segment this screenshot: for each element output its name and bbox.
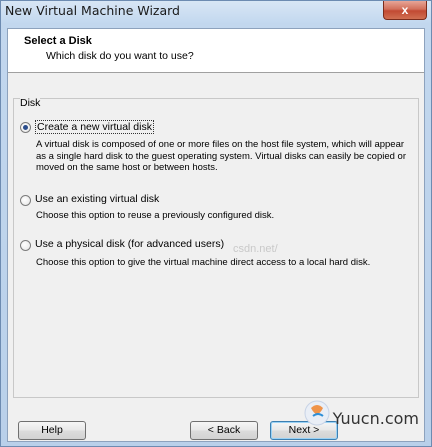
description-physical: Choose this option to give the virtual m…	[36, 257, 371, 268]
radio-label-create[interactable]: Create a new virtual disk	[35, 120, 154, 134]
radio-create-new-disk[interactable]: Create a new virtual disk	[20, 120, 154, 134]
page-title: Select a Disk	[24, 35, 92, 47]
back-button-label: < Back	[207, 424, 241, 436]
back-button[interactable]: < Back	[190, 421, 258, 440]
title-bar[interactable]: New Virtual Machine Wizard x	[1, 1, 431, 23]
help-button[interactable]: Help	[18, 421, 86, 440]
radio-use-existing-disk[interactable]: Use an existing virtual disk	[20, 193, 159, 206]
radio-label-existing[interactable]: Use an existing virtual disk	[35, 193, 159, 205]
radio-button[interactable]	[20, 194, 31, 206]
window-title: New Virtual Machine Wizard	[5, 3, 180, 18]
help-button-label: Help	[41, 424, 63, 436]
close-button[interactable]: x	[383, 1, 427, 20]
description-existing: Choose this option to reuse a previously…	[36, 210, 275, 221]
wizard-header: Select a Disk Which disk do you want to …	[8, 29, 424, 73]
radio-label-physical[interactable]: Use a physical disk (for advanced users)	[35, 238, 224, 250]
radio-use-physical-disk[interactable]: Use a physical disk (for advanced users)	[20, 238, 224, 251]
watermark-text: csdn.net/	[233, 243, 278, 255]
wizard-body: Select a Disk Which disk do you want to …	[7, 28, 425, 442]
disk-group-label: Disk	[20, 97, 41, 109]
logo-text: Yuucn.com	[332, 409, 419, 428]
radio-button[interactable]	[20, 239, 31, 251]
description-create: A virtual disk is composed of one or mor…	[36, 139, 406, 173]
page-subtitle: Which disk do you want to use?	[46, 50, 194, 62]
radio-button-selected[interactable]	[20, 121, 31, 133]
wizard-window: New Virtual Machine Wizard x Select a Di…	[0, 0, 432, 447]
close-icon: x	[401, 3, 409, 17]
